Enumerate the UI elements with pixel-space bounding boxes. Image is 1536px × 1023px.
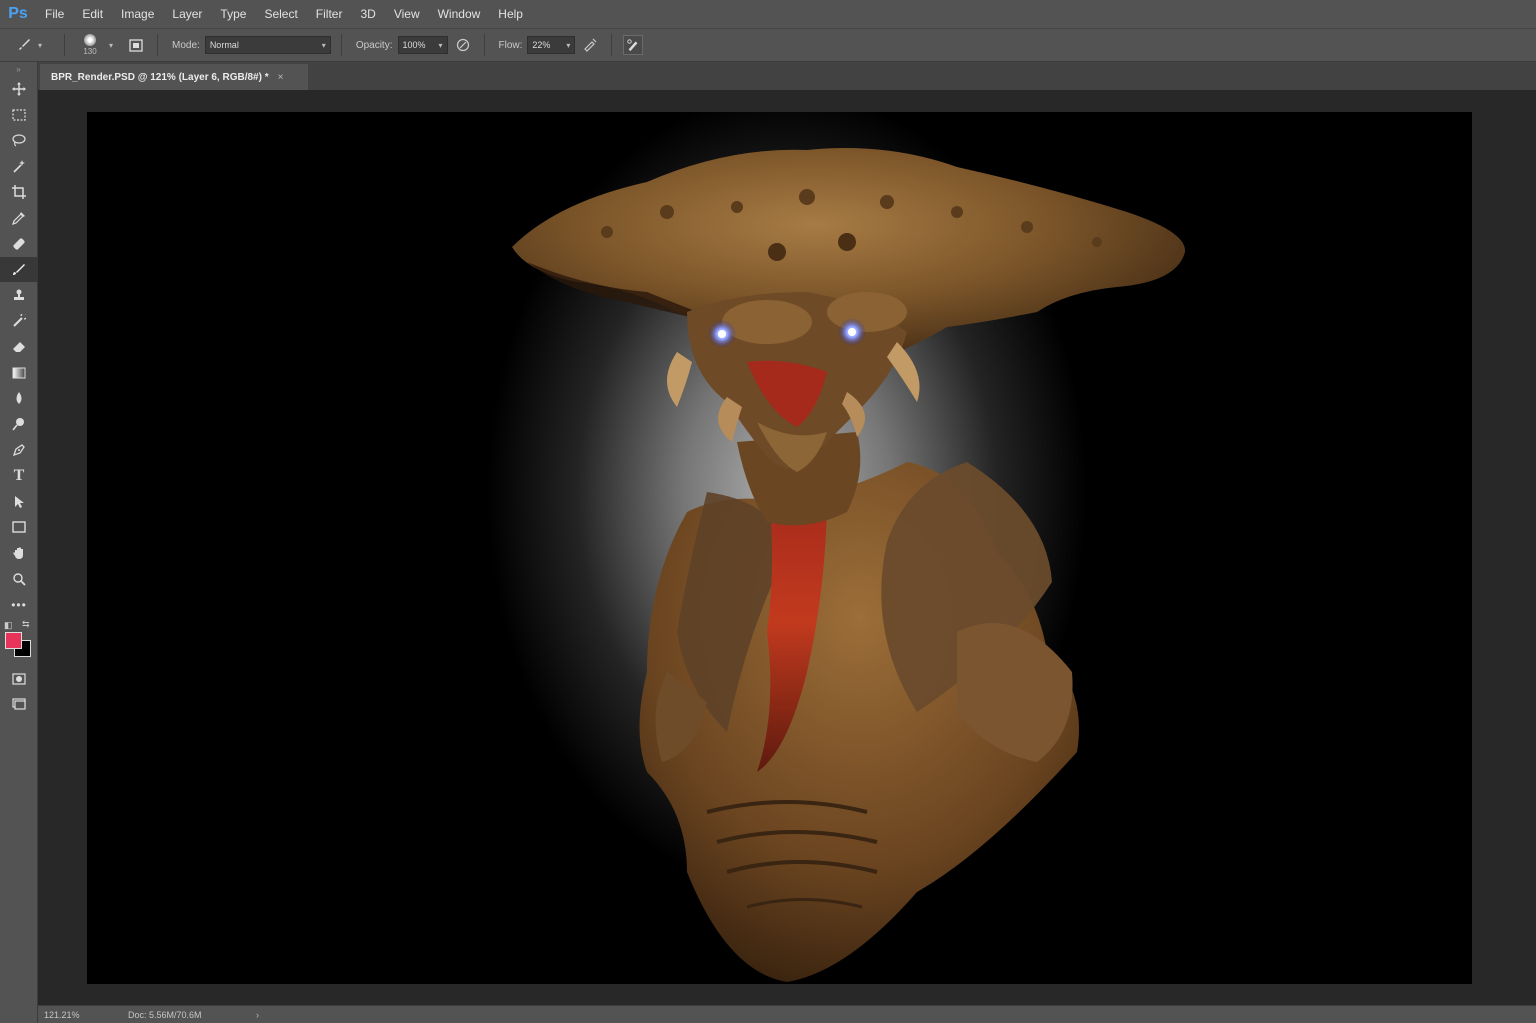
menu-filter[interactable]: Filter — [307, 0, 352, 28]
pressure-size-toggle[interactable] — [623, 35, 644, 55]
divider — [611, 34, 613, 56]
menu-select[interactable]: Select — [255, 0, 306, 28]
menu-type[interactable]: Type — [211, 0, 255, 28]
pen-icon[interactable] — [0, 437, 38, 463]
divider — [64, 34, 65, 56]
color-swatches: ◧ ⇆ — [0, 618, 38, 666]
brush-icon — [16, 36, 32, 55]
airbrush-icon — [584, 38, 597, 52]
menu-window[interactable]: Window — [429, 0, 490, 28]
document-tab-strip: BPR_Render.PSD @ 121% (Layer 6, RGB/8#) … — [38, 62, 1536, 90]
blur-icon[interactable] — [0, 386, 38, 412]
mode-select[interactable]: Normal ▾ — [204, 36, 331, 54]
more-tools-icon[interactable]: ••• — [0, 592, 38, 618]
tools-panel: » T ••• ◧ ⇆ — [0, 62, 38, 1023]
type-icon[interactable]: T — [0, 463, 38, 489]
menu-layer[interactable]: Layer — [163, 0, 211, 28]
rectangle-icon[interactable] — [0, 515, 38, 541]
menu-image[interactable]: Image — [112, 0, 163, 28]
mode-value: Normal — [209, 40, 239, 50]
mode-label: Mode: — [172, 39, 200, 51]
divider — [157, 34, 159, 56]
magic-wand-icon[interactable] — [0, 153, 38, 179]
zoom-icon[interactable] — [0, 566, 38, 592]
brush-size-picker[interactable]: 130 — [71, 28, 109, 62]
menu-edit[interactable]: Edit — [73, 0, 112, 28]
creature-render-image — [87, 112, 1472, 984]
pressure-opacity-toggle[interactable] — [453, 35, 473, 55]
document-tab-title: BPR_Render.PSD @ 121% (Layer 6, RGB/8#) … — [51, 71, 269, 83]
brush-panel-toggle[interactable] — [126, 35, 146, 55]
lasso-icon[interactable] — [0, 128, 38, 154]
gradient-icon[interactable] — [0, 360, 38, 386]
document-size: Doc: 5.56M/70.6M — [128, 1009, 202, 1020]
eraser-icon[interactable] — [0, 334, 38, 360]
opacity-value: 100% — [402, 40, 426, 50]
pressure-size-icon — [627, 39, 638, 52]
chevron-down-icon: ▾ — [321, 40, 326, 50]
foreground-color-swatch[interactable] — [5, 631, 22, 649]
brush-tip-icon — [84, 34, 96, 46]
brush-size-value: 130 — [83, 47, 97, 56]
chevron-down-icon[interactable]: ▾ — [109, 41, 113, 50]
move-icon[interactable] — [0, 76, 38, 102]
opacity-label: Opacity: — [355, 39, 393, 51]
airbrush-toggle[interactable] — [580, 35, 600, 55]
brush-icon[interactable] — [0, 256, 38, 283]
folder-brush-icon — [129, 39, 143, 52]
hand-icon[interactable] — [0, 540, 38, 566]
flow-label: Flow: — [498, 39, 523, 51]
status-menu-arrow-icon[interactable]: › — [256, 1010, 259, 1020]
swap-colors-icon[interactable]: ⇆ — [22, 619, 30, 630]
divider — [483, 34, 485, 56]
panel-collapse-icon[interactable]: » — [0, 62, 37, 76]
marquee-icon[interactable] — [0, 102, 38, 128]
dodge-icon[interactable] — [0, 411, 38, 437]
menu-3d[interactable]: 3D — [351, 0, 384, 28]
chevron-down-icon: ▾ — [438, 40, 443, 50]
tool-preset-picker[interactable]: ▾ — [0, 28, 58, 62]
pressure-opacity-icon — [456, 38, 469, 52]
menu-view[interactable]: View — [385, 0, 429, 28]
menu-file[interactable]: File — [36, 0, 73, 28]
quick-mask-icon[interactable] — [0, 666, 38, 692]
clone-stamp-icon[interactable] — [0, 282, 38, 308]
opacity-input[interactable]: 100% ▾ — [397, 36, 448, 54]
default-colors-icon[interactable]: ◧ — [4, 620, 13, 631]
document-tab[interactable]: BPR_Render.PSD @ 121% (Layer 6, RGB/8#) … — [40, 64, 308, 90]
close-icon[interactable]: × — [278, 72, 284, 83]
chevron-down-icon: ▾ — [566, 40, 571, 50]
status-bar: 121.21% Doc: 5.56M/70.6M › — [38, 1005, 1536, 1023]
crop-icon[interactable] — [0, 179, 38, 205]
photoshop-logo: Ps — [8, 5, 28, 22]
path-selection-icon[interactable] — [0, 489, 38, 515]
menu-help[interactable]: Help — [489, 0, 532, 28]
zoom-level[interactable]: 121.21% — [38, 1010, 128, 1020]
screen-mode-icon[interactable] — [0, 692, 38, 718]
options-bar: ▾ 130 ▾ Mode: Normal ▾ Opacity: 100% ▾ F… — [0, 28, 1536, 62]
flow-value: 22% — [532, 40, 551, 50]
healing-brush-icon[interactable] — [0, 231, 38, 257]
document-canvas[interactable] — [87, 112, 1472, 984]
flow-input[interactable]: 22% ▾ — [527, 36, 576, 54]
menu-bar: Ps File Edit Image Layer Type Select Fil… — [0, 0, 1536, 28]
chevron-down-icon: ▾ — [37, 40, 42, 50]
eyedropper-icon[interactable] — [0, 205, 38, 231]
divider — [340, 34, 342, 56]
document-workspace — [38, 90, 1536, 1005]
history-brush-icon[interactable] — [0, 308, 38, 334]
